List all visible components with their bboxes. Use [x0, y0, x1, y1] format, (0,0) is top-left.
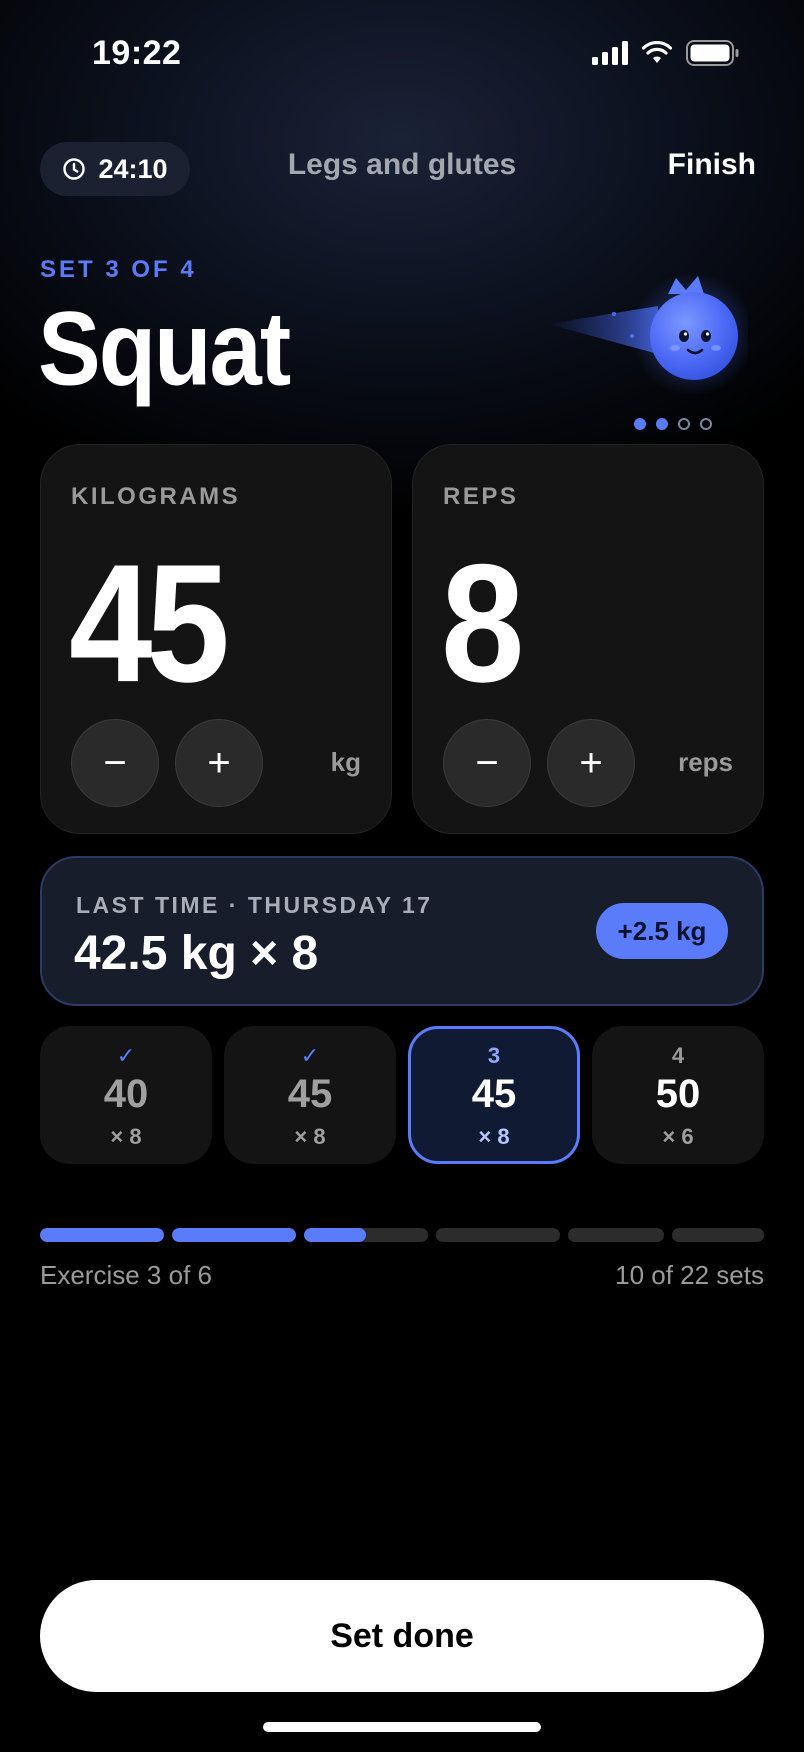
status-icons [592, 40, 740, 66]
wifi-icon [642, 41, 672, 63]
last-time-label: LAST TIME · THURSDAY 17 [76, 892, 433, 918]
weight-unit: kg [330, 747, 361, 777]
timer-value: 24:10 [98, 153, 168, 184]
set-weight: 45 [287, 1072, 333, 1116]
set-reps: × 6 [662, 1124, 694, 1149]
page-dot [634, 418, 646, 430]
signal-icon [592, 41, 628, 65]
clock-icon [63, 158, 86, 180]
page-dot [700, 418, 712, 430]
set-weight: 45 [471, 1072, 517, 1116]
progress-segment [304, 1228, 428, 1242]
exercise-title: Squat [38, 289, 291, 407]
progress-segment [436, 1228, 560, 1242]
progress-segment [672, 1228, 764, 1242]
last-time-card: LAST TIME · THURSDAY 17 42.5 kg × 8 +2.5… [40, 856, 764, 1006]
reps-card: REPS 8 − + reps [412, 444, 764, 834]
set-weight: 40 [103, 1072, 149, 1116]
set-tile[interactable]: ✓ 45 × 8 [224, 1026, 396, 1164]
increase-badge[interactable]: +2.5 kg [596, 903, 728, 959]
weight-label: KILOGRAMS [71, 483, 241, 510]
battery-icon [686, 40, 739, 66]
weight-value[interactable]: 45 [69, 530, 230, 716]
set-reps: × 8 [478, 1124, 510, 1149]
status-time: 19:22 [92, 34, 182, 72]
progress-fill [304, 1228, 366, 1242]
sets-progress-text: 10 of 22 sets [615, 1260, 764, 1290]
set-tile[interactable]: ✓ 40 × 8 [40, 1026, 212, 1164]
check-icon: ✓ [116, 1043, 136, 1068]
reps-label: REPS [443, 483, 519, 510]
plus-icon: + [207, 740, 231, 785]
reps-unit: reps [678, 747, 733, 777]
page-dot [678, 418, 690, 430]
check-icon: ✓ [300, 1043, 320, 1068]
reps-value[interactable]: 8 [441, 530, 524, 716]
weight-card: KILOGRAMS 45 − + kg [40, 444, 392, 834]
set-weight: 50 [655, 1072, 701, 1116]
set-tile-active[interactable]: 3 45 × 8 [408, 1026, 580, 1164]
weight-increment-button[interactable]: + [175, 719, 263, 807]
minus-icon: − [475, 740, 499, 785]
mascot-illustration [548, 272, 748, 394]
workout-timer[interactable]: 24:10 [40, 142, 190, 196]
plus-icon: + [579, 740, 603, 785]
page-dot [656, 418, 668, 430]
reps-decrement-button[interactable]: − [443, 719, 531, 807]
progress-segment [40, 1228, 164, 1242]
set-reps: × 8 [294, 1124, 326, 1149]
set-reps: × 8 [110, 1124, 142, 1149]
exercise-progress-text: Exercise 3 of 6 [40, 1260, 212, 1290]
last-time-value: 42.5 kg × 8 [74, 927, 319, 980]
set-counter: SET 3 OF 4 [40, 256, 197, 283]
progress-fill [40, 1228, 164, 1242]
page-indicator [634, 418, 712, 430]
set-number: 3 [487, 1043, 501, 1068]
set-done-button[interactable]: Set done [40, 1580, 764, 1692]
set-number: 4 [671, 1043, 685, 1068]
progress-segment [172, 1228, 296, 1242]
progress-fill [172, 1228, 296, 1242]
progress-segment [568, 1228, 664, 1242]
reps-increment-button[interactable]: + [547, 719, 635, 807]
weight-decrement-button[interactable]: − [71, 719, 159, 807]
minus-icon: − [103, 740, 127, 785]
set-tile[interactable]: 4 50 × 6 [592, 1026, 764, 1164]
home-indicator [263, 1722, 541, 1732]
finish-button[interactable]: Finish [668, 148, 756, 182]
